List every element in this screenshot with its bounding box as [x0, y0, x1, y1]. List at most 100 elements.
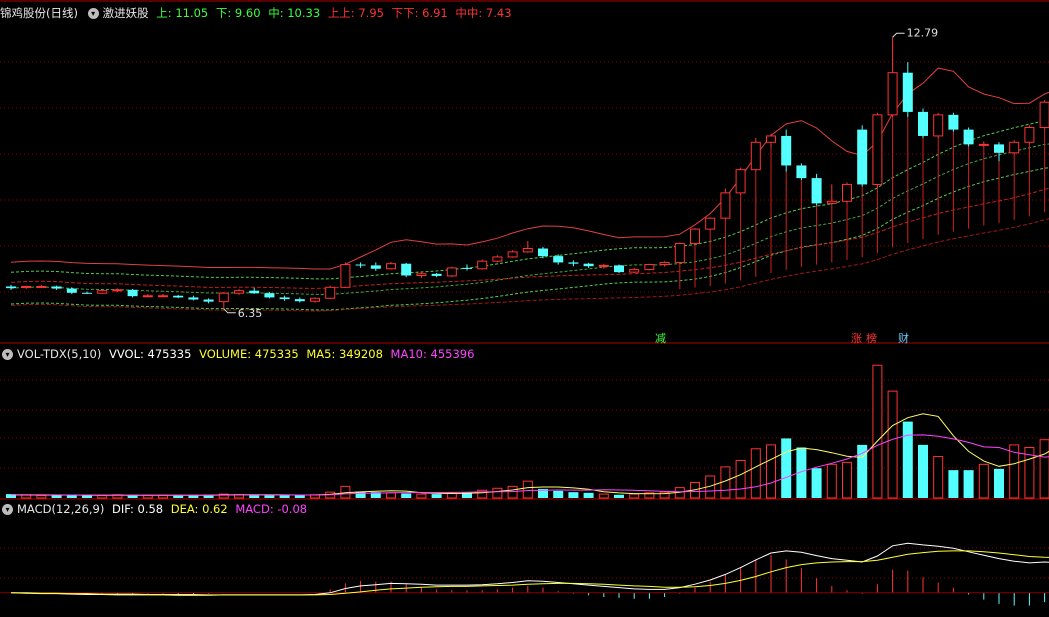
candle-body-up	[766, 135, 776, 143]
volume-bar-up	[933, 456, 944, 499]
volume-bar-up	[629, 493, 640, 499]
candle-body-down	[188, 297, 199, 300]
event-tag-bang: 榜	[866, 331, 877, 345]
candle-body-down	[82, 292, 92, 294]
candle-body-down	[279, 297, 290, 300]
indicator-name[interactable]: 激进妖股	[103, 6, 149, 20]
vol-dropdown-icon[interactable]: ▾	[2, 349, 13, 360]
volume-bar-up	[507, 485, 518, 499]
candle-body-up	[142, 295, 153, 298]
volume-bar-up	[492, 487, 503, 499]
indicator-mid: 中: 10.33	[268, 6, 321, 20]
candle-body-down	[173, 295, 184, 298]
upper-band-line	[10, 119, 1049, 280]
candle-body-down	[963, 129, 974, 145]
lower-band-line	[10, 167, 1049, 311]
candle-body-down	[264, 293, 275, 298]
candle-body-up	[522, 248, 533, 253]
volume-bar-down	[264, 495, 275, 498]
candle-body-up	[112, 289, 123, 292]
candle-body-up	[674, 242, 685, 263]
candle-body-up	[887, 72, 898, 116]
min-price-label: 6.35	[238, 307, 262, 320]
volume-bar-down	[781, 438, 792, 498]
candle-body-down	[918, 111, 928, 136]
mid-band-line	[10, 143, 1049, 295]
candle-body-down	[401, 263, 412, 276]
candle-body-up	[218, 292, 229, 303]
volume-bar-down	[51, 495, 62, 498]
candle-body-up	[1024, 127, 1035, 143]
candle-body-up	[21, 285, 32, 288]
candle-body-down	[66, 288, 77, 293]
volume-bar-down	[902, 421, 913, 498]
volume-bar-up	[887, 390, 898, 499]
vol-ma5-value: MA5: 349208	[306, 347, 383, 361]
candle-body-up	[705, 217, 716, 230]
candle-body-up	[978, 143, 989, 146]
macd-dropdown-icon[interactable]: ▾	[2, 504, 13, 515]
candle-body-up	[97, 290, 108, 294]
indicator-upper2: 上上: 7.95	[327, 6, 384, 20]
volume-bar-down	[279, 495, 290, 498]
volume-bar-down	[82, 495, 92, 498]
candle-body-up	[492, 256, 503, 262]
min-marker	[223, 308, 236, 314]
dif-value: DIF: 0.58	[112, 502, 164, 516]
candle-body-up	[872, 114, 883, 185]
candle-body-up	[720, 192, 731, 219]
indicator-mid2: 中中: 7.43	[455, 6, 512, 20]
indicator-lower: 下: 9.60	[215, 6, 261, 20]
volume-bar-down	[294, 495, 305, 498]
max-marker	[892, 32, 905, 38]
candle-body-down	[249, 290, 260, 294]
candle-body-down	[294, 299, 305, 302]
volume-bars	[6, 364, 1049, 499]
volume-bar-up	[1039, 439, 1049, 499]
candle-body-down	[902, 72, 913, 112]
volume-value: VOLUME: 475335	[199, 347, 299, 361]
candle-body-up	[598, 264, 609, 267]
volume-bar-down	[963, 470, 974, 498]
indicator-dropdown-icon[interactable]: ▾	[87, 8, 99, 19]
vol-indicator-name[interactable]: VOL-TDX(5,10)	[17, 347, 101, 361]
volume-bar-down	[127, 495, 138, 498]
candle-body-down	[857, 129, 868, 185]
macd-indicator-name[interactable]: MACD(12,26,9)	[17, 502, 104, 516]
indicator-upper: 上: 11.05	[156, 6, 209, 20]
candle-body-down	[796, 165, 807, 179]
candle-body-up	[446, 267, 457, 277]
indicator-lower2: 下下: 6.91	[391, 6, 448, 20]
candle-body-up	[477, 260, 488, 270]
candle-body-up	[416, 273, 427, 277]
candle-body-down	[583, 263, 594, 267]
upper2-band-line	[10, 187, 1049, 289]
event-tag-zhang: 涨	[851, 332, 862, 345]
macd-value: MACD: -0.08	[235, 502, 308, 516]
volume-bar-down	[948, 470, 959, 498]
volume-bar-up	[386, 492, 396, 499]
volume-bar-down	[583, 492, 594, 498]
candle-body-down	[127, 289, 138, 297]
stock-title[interactable]: 锦鸡股份(日线)	[0, 6, 78, 20]
volume-bar-down	[249, 495, 260, 498]
macd-panel-header: ▾ MACD(12,26,9) DIF: 0.58 DEA: 0.62 MACD:…	[0, 500, 311, 518]
candle-body-up	[36, 285, 47, 288]
volume-bar-up	[735, 459, 746, 499]
candle-body-down	[538, 248, 548, 257]
vol-ma10-value: MA10: 455396	[390, 347, 475, 361]
macd-histogram	[0, 542, 1049, 606]
candle-body-up	[750, 141, 761, 171]
candle-body-up	[386, 263, 396, 270]
max-price-label: 12.79	[907, 26, 939, 39]
volume-bar-up	[416, 493, 427, 499]
candle-body-down	[370, 265, 381, 269]
candle-body-up	[234, 290, 244, 294]
candle-body-down	[614, 265, 624, 273]
candle-body-down	[948, 114, 959, 130]
candle-body-up	[507, 251, 518, 258]
candle-body-up	[659, 261, 670, 266]
volume-bar-down	[431, 494, 442, 498]
candle-body-down	[6, 286, 16, 289]
candle-body-down	[431, 273, 442, 276]
